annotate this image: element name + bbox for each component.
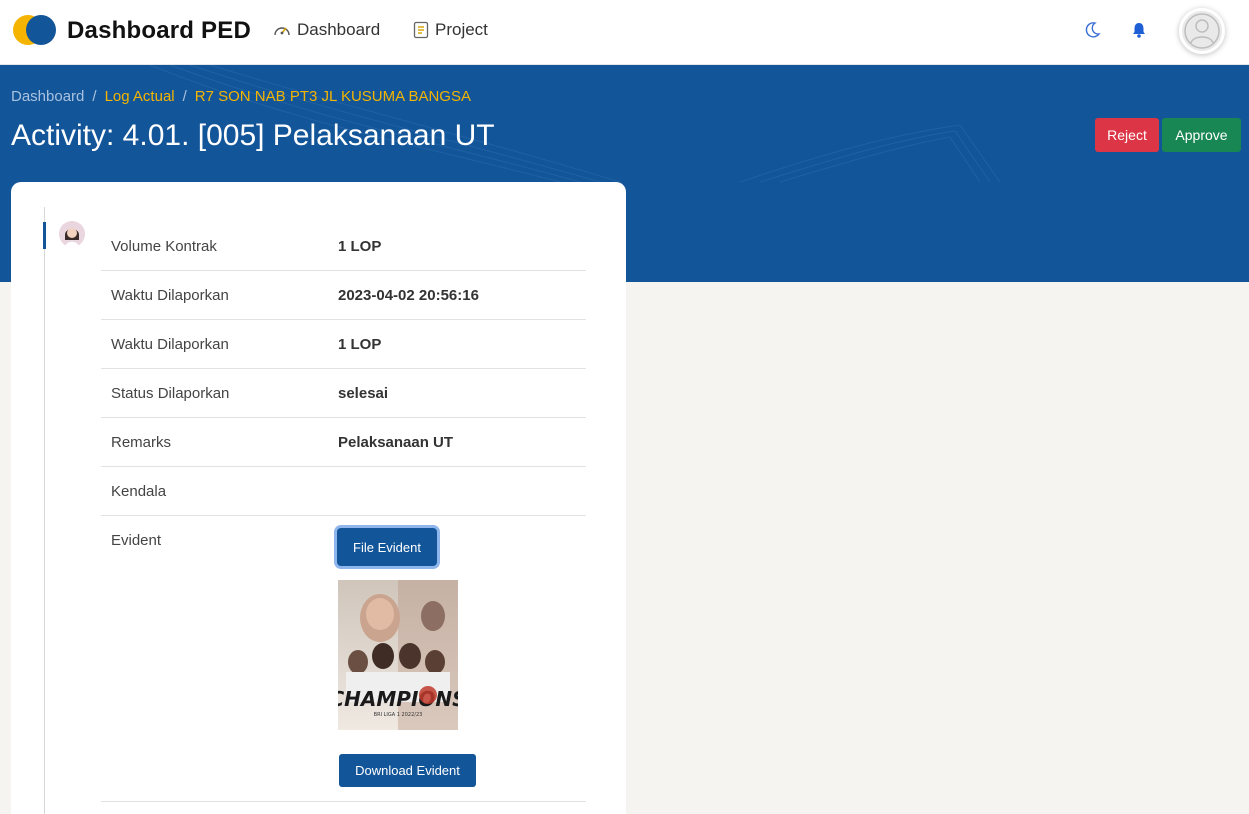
user-silhouette-icon — [1184, 13, 1220, 49]
gauge-icon — [274, 27, 290, 36]
evident-row: Evident File Evident HAMPI N BRI LIGA 1 … — [101, 516, 586, 802]
detail-label: Kendala — [111, 483, 167, 500]
breadcrumb-project[interactable]: R7 SON NAB PT3 JL KUSUMA BANGSA — [195, 88, 471, 105]
breadcrumb-separator: / — [182, 88, 187, 105]
timeline-line — [44, 207, 45, 814]
detail-row: Waktu Dilaporkan 1 LOP — [101, 320, 586, 369]
nav-dashboard[interactable]: Dashboard — [273, 20, 380, 40]
top-navbar: Dashboard PED Dashboard Project — [0, 0, 1249, 65]
document-icon — [413, 21, 429, 39]
detail-label: Volume Kontrak — [111, 238, 217, 255]
evident-image-title: CHAMPIONS — [338, 687, 458, 711]
detail-label: Waktu Dilaporkan — [111, 336, 229, 353]
detail-value: Pelaksanaan UT — [338, 434, 454, 451]
detail-row: Waktu Dilaporkan 2023-04-02 20:56:16 — [101, 271, 586, 320]
breadcrumb: Dashboard / Log Actual / R7 SON NAB PT3 … — [11, 88, 471, 105]
download-evident-button[interactable]: Download Evident — [339, 754, 476, 787]
logo-icon[interactable] — [12, 14, 58, 46]
activity-detail-card: Volume Kontrak 1 LOP Waktu Dilaporkan 20… — [11, 182, 626, 814]
detail-row: Volume Kontrak 1 LOP — [101, 222, 586, 271]
timeline-marker — [43, 222, 46, 249]
bell-icon[interactable] — [1131, 21, 1147, 39]
brand-name[interactable]: Dashboard PED — [67, 17, 251, 45]
detail-value: 1 LOP — [338, 238, 382, 255]
reporter-avatar-icon — [59, 221, 85, 247]
detail-row: Kendala — [101, 467, 586, 516]
evident-label: Evident — [111, 532, 162, 549]
detail-value: 2023-04-02 20:56:16 — [338, 287, 479, 304]
evident-image-subtitle: BRI LIGA 1 2022/23 — [374, 712, 423, 718]
detail-label: Remarks — [111, 434, 172, 451]
nav-project-label: Project — [435, 20, 488, 39]
page-title: Activity: 4.01. [005] Pelaksanaan UT — [11, 119, 495, 152]
moon-icon[interactable] — [1083, 21, 1101, 39]
detail-label: Waktu Dilaporkan — [111, 287, 229, 304]
detail-label: Status Dilaporkan — [111, 385, 230, 402]
reject-button[interactable]: Reject — [1095, 118, 1159, 152]
nav-project[interactable]: Project — [413, 20, 488, 40]
breadcrumb-log-actual[interactable]: Log Actual — [105, 88, 175, 105]
breadcrumb-home[interactable]: Dashboard — [11, 88, 84, 105]
approve-button[interactable]: Approve — [1162, 118, 1241, 152]
evident-image[interactable]: CHAMPIONS BRI LIGA 1 2022/23 — [338, 580, 458, 730]
file-evident-button[interactable]: File Evident — [337, 528, 437, 566]
detail-value: selesai — [338, 385, 389, 402]
detail-row: Status Dilaporkan selesai — [101, 369, 586, 418]
nav-dashboard-label: Dashboard — [297, 20, 381, 39]
user-avatar-icon[interactable] — [1179, 8, 1225, 54]
detail-row: Remarks Pelaksanaan UT — [101, 418, 586, 467]
breadcrumb-separator: / — [92, 88, 97, 105]
detail-value: 1 LOP — [338, 336, 382, 353]
